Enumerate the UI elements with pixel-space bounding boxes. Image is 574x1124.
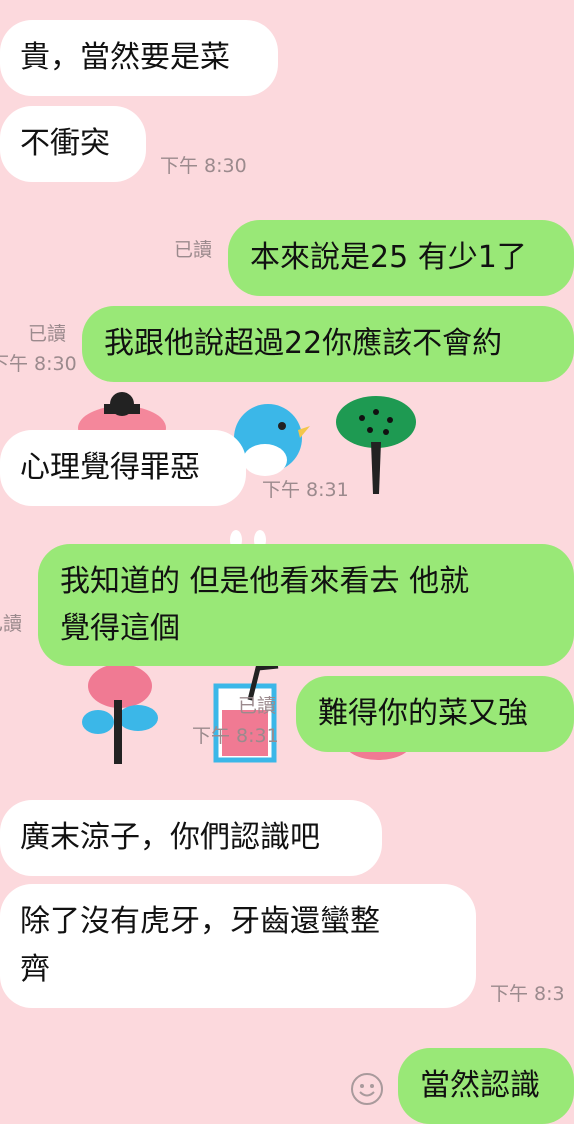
message-line: 我知道的 但是他看來看去 他就 — [60, 564, 470, 599]
message-incoming[interactable]: 心理覺得罪惡 — [0, 430, 246, 506]
message-incoming[interactable]: 除了沒有虎牙，牙齒還蠻整 齊 — [0, 884, 476, 1008]
message-line: 齊 — [20, 952, 50, 987]
smiley-icon[interactable] — [350, 1072, 384, 1106]
timestamp: 下午 8:30 — [0, 353, 77, 375]
read-receipt: 已讀 — [0, 613, 23, 635]
read-receipt: 已讀 — [174, 239, 213, 261]
read-receipt: 已讀 — [238, 695, 277, 717]
timestamp: 下午 8:3 — [490, 983, 565, 1005]
timestamp: 下午 8:30 — [160, 155, 247, 177]
message-incoming[interactable]: 貴，當然要是菜 — [0, 20, 278, 96]
timestamp: 下午 8:31 — [262, 479, 349, 501]
message-outgoing[interactable]: 我跟他說超過22你應該不會約 — [82, 306, 574, 382]
message-line: 除了沒有虎牙，牙齒還蠻整 — [20, 904, 380, 939]
pink-tree-icon — [82, 664, 158, 764]
message-outgoing[interactable]: 本來說是25 有少1了 — [228, 220, 574, 296]
message-outgoing[interactable]: 當然認識 — [398, 1048, 574, 1124]
message-incoming[interactable]: 廣末涼子，你們認識吧 — [0, 800, 382, 876]
timestamp: 下午 8:31 — [192, 725, 279, 747]
message-incoming[interactable]: 不衝突 — [0, 106, 146, 182]
message-outgoing[interactable]: 我知道的 但是他看來看去 他就 覺得這個 — [38, 544, 574, 666]
message-outgoing[interactable]: 難得你的菜又強 — [296, 676, 574, 752]
message-line: 覺得這個 — [60, 611, 180, 646]
read-receipt: 已讀 — [28, 323, 67, 345]
